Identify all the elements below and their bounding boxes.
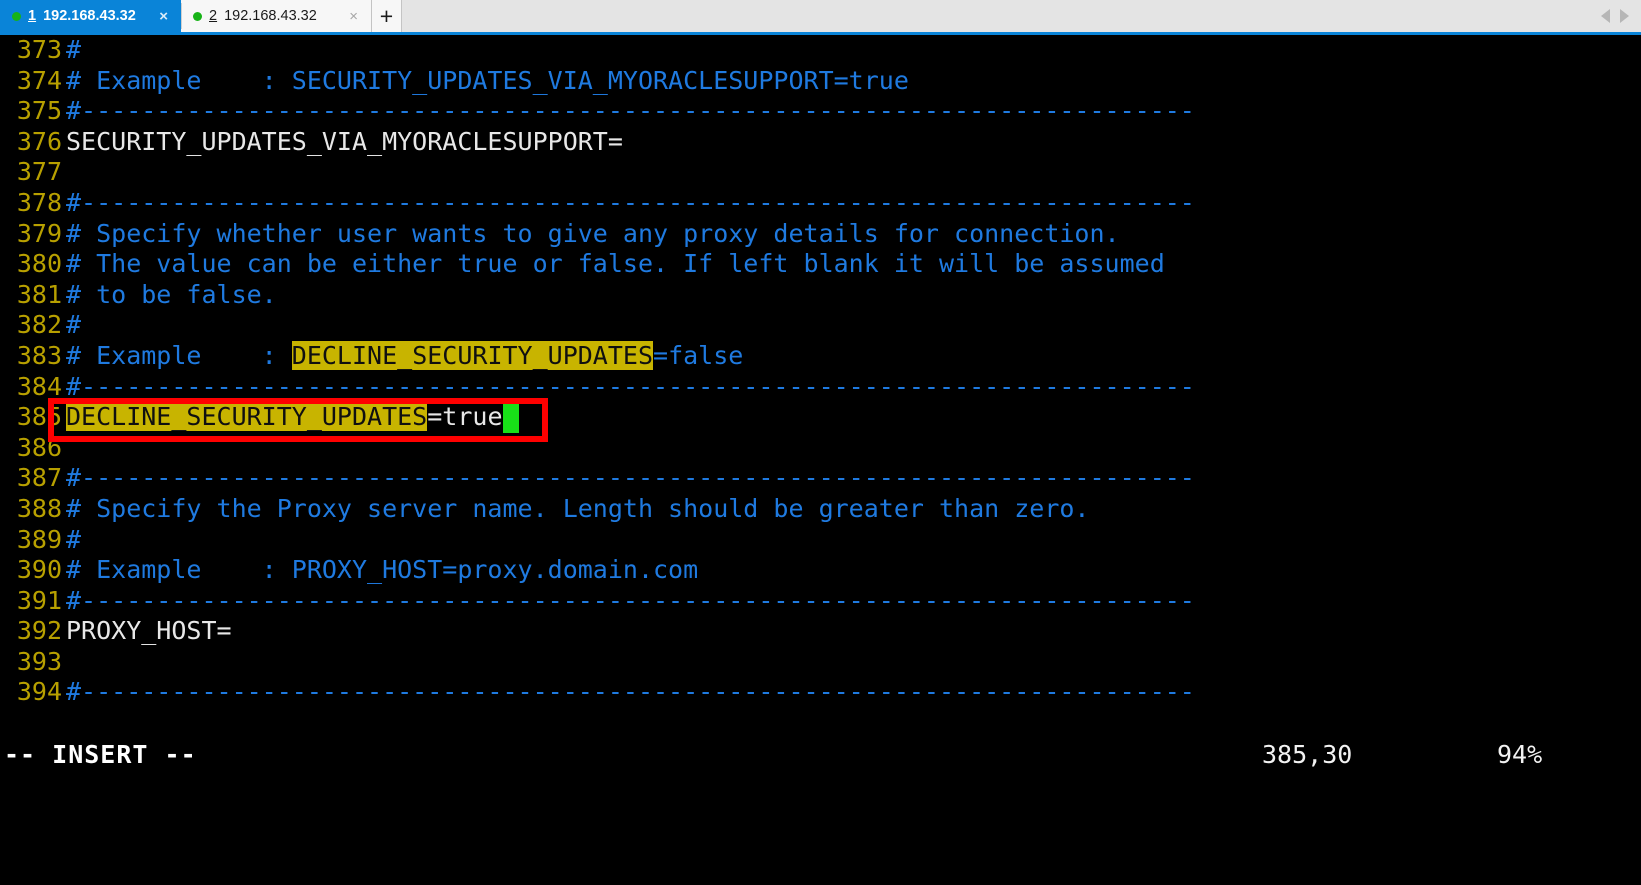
line-number: 380 (16, 249, 62, 279)
editor-line[interactable]: 391 #------------------------------------… (0, 586, 1641, 617)
editor-line[interactable]: 375 #------------------------------------… (0, 96, 1641, 127)
comment-text: #---------------------------------------… (66, 96, 1195, 126)
comment-text: #---------------------------------------… (66, 187, 1195, 217)
comment-text: =false (653, 340, 744, 370)
comment-text: # Specify the Proxy server name. Length … (66, 493, 1090, 523)
comment-text: #---------------------------------------… (66, 677, 1195, 707)
tab-status-dot-icon (193, 11, 202, 21)
tab-scroll-controls (1601, 0, 1641, 32)
chevron-right-icon[interactable] (1620, 9, 1629, 23)
comment-text: # Example : SECURITY_UPDATES_VIA_MYORACL… (66, 65, 909, 95)
vim-status-line: -- INSERT -- 385,30 94% (0, 740, 1641, 780)
comment-text: #---------------------------------------… (66, 585, 1195, 615)
editor-line[interactable]: 394 #------------------------------------… (0, 677, 1641, 708)
editor-line[interactable]: 388 # Specify the Proxy server name. Leng… (0, 494, 1641, 525)
code-text: =true (427, 402, 503, 432)
line-number: 382 (16, 310, 62, 340)
line-number: 376 (16, 126, 62, 156)
editor-line[interactable]: 378 #------------------------------------… (0, 188, 1641, 219)
tab-bar-filler (402, 0, 1601, 32)
terminal-viewport[interactable]: 373 #374 # Example : SECURITY_UPDATES_VIA_… (0, 35, 1641, 796)
tab-1[interactable]: 1 192.168.43.32 × (0, 0, 181, 32)
line-number: 373 (16, 35, 62, 64)
comment-text: # to be false. (66, 279, 277, 309)
chevron-left-icon[interactable] (1601, 9, 1610, 23)
line-number: 377 (16, 157, 62, 187)
line-number: 379 (16, 218, 62, 248)
comment-text: # The value can be either true or false.… (66, 249, 1165, 279)
editor-line[interactable]: 393 (0, 647, 1641, 678)
tab-close-icon[interactable]: × (156, 9, 171, 24)
editor-line[interactable]: 380 # The value can be either true or fal… (0, 249, 1641, 280)
tab-bar: 1 192.168.43.32 × 2 192.168.43.32 × + (0, 0, 1641, 32)
text-cursor (502, 402, 519, 433)
line-number: 381 (16, 279, 62, 309)
editor-line[interactable]: 376 SECURITY_UPDATES_VIA_MYORACLESUPPORT= (0, 127, 1641, 158)
comment-text: # Example : PROXY_HOST=proxy.domain.com (66, 555, 699, 585)
line-number: 389 (16, 524, 62, 554)
comment-text: #---------------------------------------… (66, 371, 1195, 401)
line-number: 386 (16, 432, 62, 462)
tab-title: 192.168.43.32 (224, 8, 317, 24)
code-text: PROXY_HOST= (66, 616, 232, 646)
editor-line[interactable]: 389 # (0, 525, 1641, 556)
vim-cursor-position: 385,30 (1262, 740, 1353, 769)
editor-line[interactable]: 379 # Specify whether user wants to give … (0, 219, 1641, 250)
editor-line[interactable]: 382 # (0, 310, 1641, 341)
editor-line[interactable]: 377 (0, 157, 1641, 188)
line-number: 383 (16, 340, 62, 370)
comment-text: # (66, 524, 82, 554)
line-number: 391 (16, 585, 62, 615)
editor-line[interactable]: 386 (0, 433, 1641, 464)
vim-mode-indicator: -- INSERT -- (4, 740, 197, 769)
code-text: SECURITY_UPDATES_VIA_MYORACLESUPPORT= (66, 126, 623, 156)
editor-line[interactable]: 383 # Example : DECLINE_SECURITY_UPDATES=… (0, 340, 1641, 372)
editor-line[interactable]: 392 PROXY_HOST= (0, 616, 1641, 647)
search-match-highlight: DECLINE_SECURITY_UPDATES (291, 340, 654, 370)
editor-line[interactable]: 390 # Example : PROXY_HOST=proxy.domain.c… (0, 555, 1641, 586)
editor-line[interactable]: 385 DECLINE_SECURITY_UPDATES=true (0, 402, 1641, 433)
line-number: 374 (16, 65, 62, 95)
tab-index-label: 2 (209, 8, 218, 24)
new-tab-button[interactable]: + (372, 0, 402, 32)
vim-editor-buffer[interactable]: 373 #374 # Example : SECURITY_UPDATES_VIA_… (0, 35, 1641, 708)
comment-text: # Specify whether user wants to give any… (66, 218, 1120, 248)
editor-line[interactable]: 384 #------------------------------------… (0, 372, 1641, 403)
line-number: 392 (16, 616, 62, 646)
tab-title: 192.168.43.32 (43, 8, 136, 24)
line-number: 378 (16, 187, 62, 217)
tab-status-dot-icon (12, 11, 21, 21)
search-match-highlight: DECLINE_SECURITY_UPDATES (66, 402, 428, 432)
comment-text: #---------------------------------------… (66, 463, 1195, 493)
line-number: 394 (16, 677, 62, 707)
tab-index-label: 1 (28, 8, 37, 24)
editor-line[interactable]: 373 # (0, 35, 1641, 66)
tab-2[interactable]: 2 192.168.43.32 × (181, 0, 372, 32)
line-number: 384 (16, 371, 62, 401)
line-number: 388 (16, 493, 62, 523)
comment-text: # (66, 310, 82, 340)
line-number: 390 (16, 555, 62, 585)
editor-line[interactable]: 374 # Example : SECURITY_UPDATES_VIA_MYOR… (0, 66, 1641, 97)
line-number: 387 (16, 463, 62, 493)
comment-text: # (66, 35, 82, 64)
line-number: 385 (16, 402, 62, 432)
line-number: 375 (16, 96, 62, 126)
editor-line[interactable]: 381 # to be false. (0, 280, 1641, 311)
editor-line[interactable]: 387 #------------------------------------… (0, 463, 1641, 494)
tab-close-icon[interactable]: × (346, 9, 361, 24)
comment-text: # Example : (66, 340, 292, 370)
vim-scroll-percent: 94% (1497, 740, 1543, 769)
line-number: 393 (16, 646, 62, 676)
